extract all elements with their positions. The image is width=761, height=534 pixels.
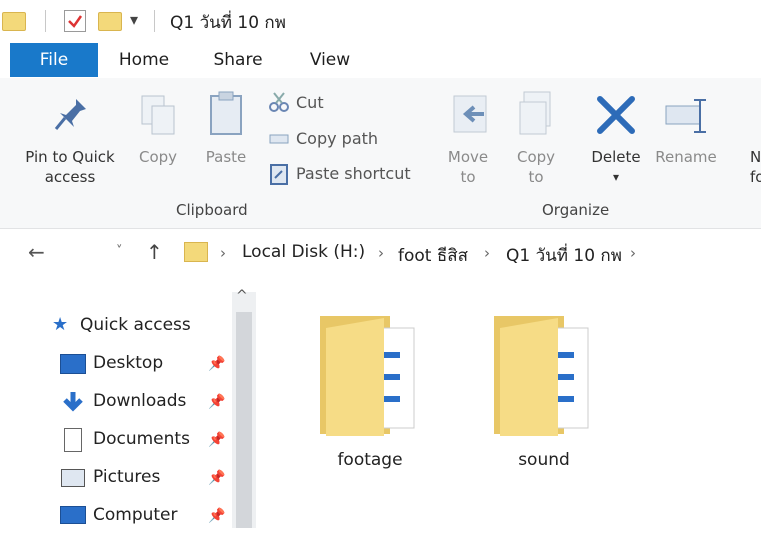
properties-icon[interactable] [64, 10, 86, 32]
sidebar-item-documents[interactable]: Documents 📌 [60, 424, 232, 458]
pin-label-line1: Pin to Quick [25, 148, 115, 166]
pin-icon: 📌 [208, 470, 226, 486]
folder-item-sound[interactable]: sound [486, 306, 606, 482]
breadcrumb-chevron-icon[interactable]: › [484, 244, 490, 262]
sidebar-item-label: Downloads [93, 391, 187, 411]
up-arrow-icon[interactable]: ↑ [146, 240, 163, 264]
computer-icon [60, 506, 86, 524]
pin-icon: 📌 [208, 432, 226, 448]
move-to-icon [448, 92, 494, 138]
folder-icon [494, 316, 589, 436]
sidebar-item-quick-access[interactable]: ★ Quick access [52, 310, 242, 344]
sidebar-item-downloads[interactable]: Downloads 📌 [60, 386, 232, 420]
sidebar-item-pictures[interactable]: Pictures 📌 [60, 462, 232, 496]
breadcrumb-chevron-icon[interactable]: › [378, 244, 384, 262]
documents-icon [64, 428, 82, 452]
breadcrumb-chevron-icon[interactable]: › [220, 244, 226, 262]
sidebar-item-label: Documents [93, 429, 190, 449]
sidebar-item-desktop[interactable]: Desktop 📌 [60, 348, 232, 382]
folder-icon [2, 12, 26, 31]
rename-button[interactable]: Rename [650, 147, 722, 167]
copy-to-label-line2: to [528, 168, 544, 186]
copy-path-icon [268, 129, 290, 149]
tab-share[interactable]: Share [204, 43, 272, 77]
copy-to-label-line1: Copy [516, 148, 556, 166]
breadcrumb-local-disk[interactable]: Local Disk (H:) [242, 242, 365, 262]
new-folder-button[interactable]: N fo [750, 147, 761, 187]
breadcrumb-foot-thesis[interactable]: foot ธีสิส [398, 242, 468, 269]
scroll-up-icon[interactable]: ^ [236, 288, 248, 304]
move-to-label-line2: to [460, 168, 476, 186]
copy-button[interactable]: Copy [130, 147, 186, 167]
tab-view[interactable]: View [296, 43, 364, 77]
clipboard-group-label: Clipboard [176, 201, 248, 219]
move-to-button[interactable]: Move to [440, 147, 496, 187]
back-arrow-icon[interactable]: ← [28, 240, 45, 264]
move-to-label-line1: Move [447, 148, 489, 166]
sidebar-item-label: Quick access [80, 315, 191, 335]
paste-button[interactable]: Paste [196, 147, 256, 167]
folder-icon [320, 316, 415, 436]
separator [45, 10, 46, 32]
paste-shortcut-icon [268, 163, 290, 185]
sidebar-item-label: Desktop [93, 353, 164, 373]
download-icon [62, 390, 84, 418]
title-bar: ▾ Q1 วันที่ 10 กพ [0, 0, 761, 42]
chevron-down-icon: ▾ [612, 170, 620, 184]
scissors-icon [268, 91, 290, 113]
window-title: Q1 วันที่ 10 กพ [170, 13, 286, 33]
folder-item-footage[interactable]: footage [312, 306, 432, 482]
pin-label-line2: access [44, 168, 96, 186]
rename-icon [664, 96, 710, 136]
pin-icon: 📌 [208, 508, 226, 524]
organize-group-label: Organize [542, 201, 610, 219]
tab-home[interactable]: Home [110, 43, 178, 77]
breadcrumb-chevron-icon[interactable]: › [630, 244, 636, 262]
copy-to-icon [516, 90, 560, 138]
pin-icon: 📌 [208, 356, 226, 372]
folder-name: footage [337, 450, 403, 470]
separator [154, 10, 155, 32]
desktop-icon [60, 354, 86, 374]
pin-to-quick-access-button[interactable]: Pin to Quick access [14, 147, 126, 187]
customize-toolbar-icon[interactable]: ▾ [130, 10, 138, 29]
copy-icon [138, 92, 180, 138]
sidebar-item-label: Computer [93, 505, 178, 525]
sidebar-item-computer[interactable]: Computer 📌 [60, 500, 232, 534]
folder-icon [184, 242, 208, 262]
pictures-icon [61, 469, 85, 487]
scrollbar-thumb[interactable] [236, 312, 252, 528]
tab-file[interactable]: File [10, 43, 98, 77]
copy-to-button[interactable]: Copy to [508, 147, 564, 187]
delete-button[interactable]: Delete ▾ [582, 147, 650, 187]
pin-icon [48, 95, 94, 135]
pin-icon: 📌 [208, 394, 226, 410]
paste-icon [205, 90, 247, 138]
new-folder-label-line1: N [750, 148, 761, 166]
paste-shortcut-button[interactable]: Paste shortcut [296, 164, 411, 183]
delete-label: Delete [591, 148, 641, 166]
star-icon: ★ [52, 314, 69, 335]
new-folder-label-line2: fo [750, 168, 761, 186]
recent-locations-chevron-icon[interactable]: ˅ [116, 244, 123, 259]
sidebar-item-label: Pictures [93, 467, 161, 487]
cut-button[interactable]: Cut [296, 93, 324, 112]
copy-path-button[interactable]: Copy path [296, 129, 378, 148]
new-folder-icon[interactable] [98, 12, 122, 31]
breadcrumb-q1[interactable]: Q1 วันที่ 10 กพ [506, 242, 622, 269]
delete-icon [594, 93, 638, 137]
folder-name: sound [518, 450, 570, 470]
